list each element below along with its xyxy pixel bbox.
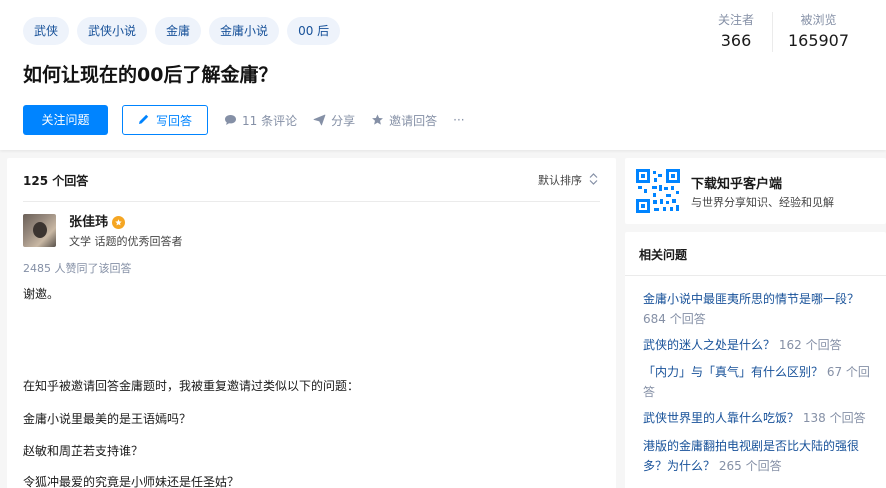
share-button[interactable]: 分享 [313,112,355,129]
download-app-card[interactable]: 下载知乎客户端 与世界分享知识、经验和见解 [625,158,886,224]
related-answer-count: 138 个回答 [802,411,866,425]
download-subtitle: 与世界分享知识、经验和见解 [691,196,834,209]
related-question-link-continued[interactable]: 多？为什么？ [643,459,715,473]
question-title: 如何让现在的00后了解金庸？ [23,64,278,86]
views-stat: 被浏览 165907 [772,12,864,52]
views-count: 165907 [787,31,850,50]
related-question-item: 金庸小说中最匪夷所思的情节是哪一段？ 684 个回答 [643,289,875,329]
answer-count: 125 个回答 [23,174,89,188]
answer-paragraph: 赵敏和周芷若支持谁？ [23,444,144,458]
share-label: 分享 [331,113,356,128]
invite-answer-label: 邀请回答 [389,113,438,128]
followers-count: 366 [720,31,752,50]
related-question-link[interactable]: 「内力」与「真气」有什么区别？ [643,365,823,379]
excellent-answerer-badge-icon[interactable] [112,216,126,229]
download-title: 下载知乎客户端 [691,177,783,192]
divider [625,275,886,276]
invite-answer-button[interactable]: 邀请回答 [371,112,437,129]
author-name-row: 张佳玮 [69,214,183,231]
answer-author: 张佳玮 文学 话题的优秀回答者 [23,214,183,250]
topic-tag[interactable]: 00 后 [287,17,341,45]
answer-paragraph: 令狐冲最爱的究竟是小师妹还是任圣姑？ [23,475,240,488]
topic-tag[interactable]: 武侠小说 [77,17,148,45]
qr-code-icon [636,169,680,213]
comments-button[interactable]: 11 条评论 [224,112,297,129]
answer-paragraph: 谢邀。 [23,287,60,301]
author-bio: 文学 话题的优秀回答者 [69,235,183,248]
more-options-button[interactable]: ··· [453,113,464,127]
views-label: 被浏览 [800,13,837,27]
comments-label: 11 条评论 [242,113,298,128]
followers-label: 关注者 [717,13,754,27]
related-questions-card: 相关问题 金庸小说中最匪夷所思的情节是哪一段？ 684 个回答 武侠的迷人之处是… [625,232,886,488]
sort-dropdown[interactable]: 默认排序 [538,172,598,188]
related-question-item: 港版的金庸翻拍电视剧是否比大陆的强很 多？为什么？ 265 个回答 [643,436,875,476]
author-name[interactable]: 张佳玮 [69,214,108,231]
topic-tag[interactable]: 武侠 [23,17,70,45]
related-question-link[interactable]: 武侠的迷人之处是什么？ [643,338,775,352]
share-icon [313,114,326,126]
question-header: 武侠 武侠小说 金庸 金庸小说 00 后 如何让现在的00后了解金庸？ 关注者 … [0,0,886,150]
sort-chevron-icon [589,172,598,188]
follow-question-button[interactable]: 关注问题 [23,105,108,135]
avatar[interactable] [23,214,56,247]
topic-tag[interactable]: 金庸小说 [209,17,280,45]
pencil-icon [138,113,150,128]
related-question-item: 武侠世界里的人靠什么吃饭？ 138 个回答 [643,408,875,428]
answers-list-header: 125 个回答 默认排序 [7,158,616,201]
sort-label: 默认排序 [538,174,582,187]
author-info: 张佳玮 文学 话题的优秀回答者 [69,214,183,250]
topic-tag[interactable]: 金庸 [155,17,202,45]
write-answer-label: 写回答 [155,113,192,128]
vote-count[interactable]: 2485 人赞同了该回答 [23,260,132,276]
star-icon [371,114,384,126]
answers-card: 125 个回答 默认排序 张佳玮 文学 话题的优秀回答者 2485 人赞同了该回… [7,158,616,488]
question-stats: 关注者 366 被浏览 165907 [700,12,864,52]
followers-stat[interactable]: 关注者 366 [700,12,772,52]
write-answer-button[interactable]: 写回答 [122,105,208,135]
related-question-link[interactable]: 金庸小说中最匪夷所思的情节是哪一段？ [643,289,875,309]
related-question-item: 「内力」与「真气」有什么区别？ 67 个回答 [643,362,875,402]
related-questions-title: 相关问题 [639,248,688,262]
answer-paragraph: 在知乎被邀请回答金庸题时，我被重复邀请过类似以下的问题： [23,379,360,393]
related-question-link[interactable]: 港版的金庸翻拍电视剧是否比大陆的强很 [643,436,875,456]
related-question-link[interactable]: 武侠世界里的人靠什么吃饭？ [643,411,799,425]
topic-tags: 武侠 武侠小说 金庸 金庸小说 00 后 [23,17,341,45]
related-question-item: 武侠的迷人之处是什么？ 162 个回答 [643,335,875,355]
related-answer-count: 162 个回答 [778,338,842,352]
comment-icon [224,114,237,126]
related-answer-count: 684 个回答 [643,312,706,326]
answer-paragraph: 金庸小说里最美的是王语嫣吗？ [23,412,192,426]
question-actions: 关注问题 写回答 11 条评论 分享 邀请回答 ··· [23,105,465,135]
divider [23,201,600,202]
related-answer-count: 265 个回答 [718,459,782,473]
